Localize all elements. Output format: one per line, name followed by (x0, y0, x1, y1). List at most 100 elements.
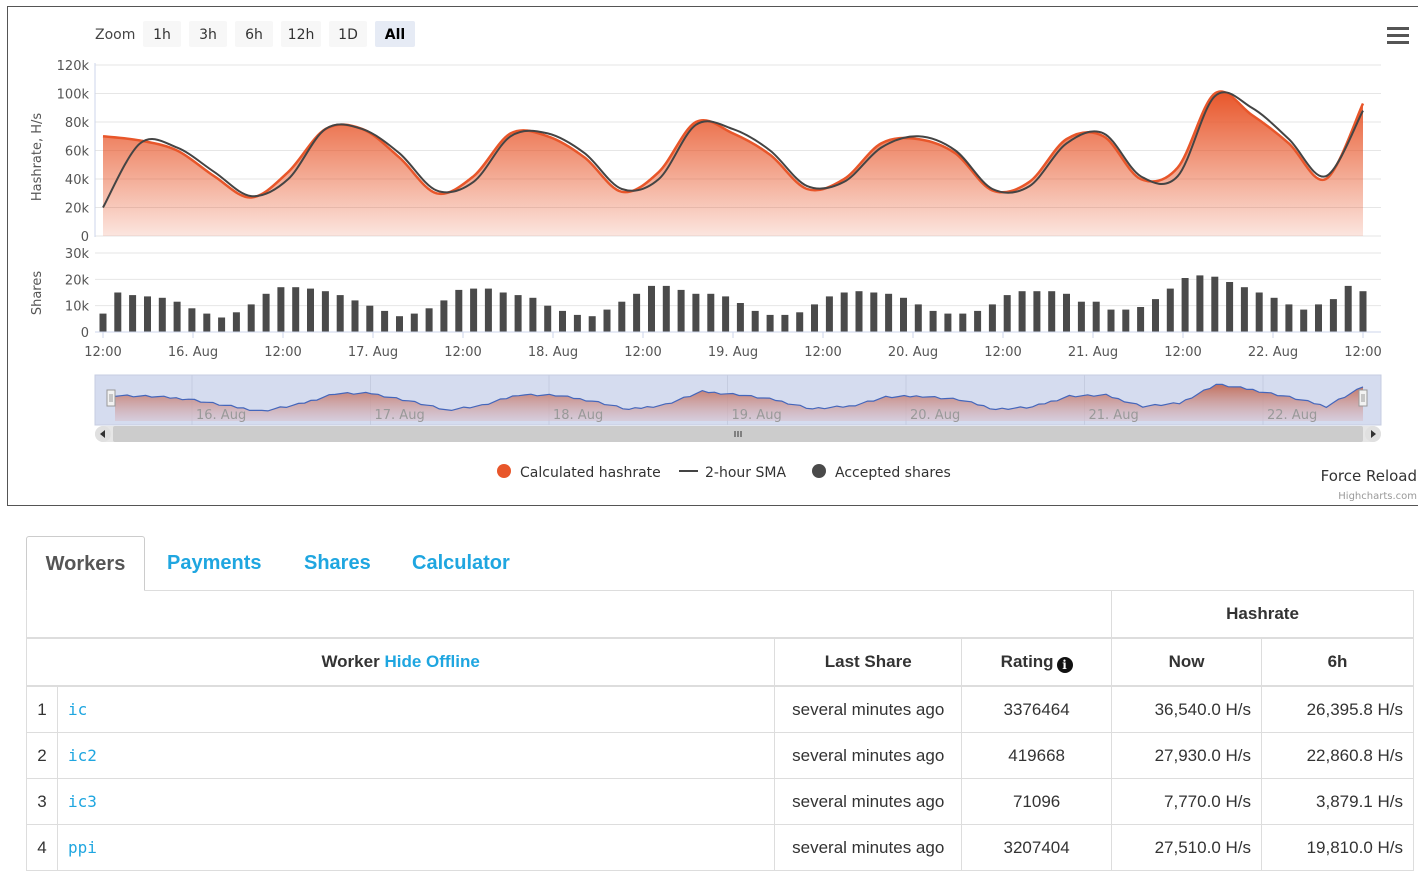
share-bar (677, 289, 685, 332)
share-bar (662, 285, 670, 332)
share-bar (129, 295, 137, 332)
navigator-tick-label: 18. Aug (553, 408, 603, 423)
share-bar (796, 312, 804, 333)
hide-offline-link[interactable]: Hide Offline (384, 652, 479, 671)
share-bar (1003, 295, 1011, 332)
share-bar (811, 304, 818, 332)
tab-workers[interactable]: Workers (26, 536, 145, 591)
zoom-button-3h[interactable]: 3h (189, 21, 227, 47)
share-bar (173, 301, 181, 332)
share-bar (1033, 291, 1041, 332)
zoom-button-label: All (385, 27, 405, 43)
share-bar (188, 308, 196, 332)
y-tick-label: 60k (65, 145, 90, 160)
x-axis-ticks: 12:00 16. Aug 12:00 17. Aug 12:00 18. Aug 12:0… (84, 332, 1382, 360)
zoom-button-all[interactable]: All (375, 21, 415, 47)
hashrate-chart-panel: Zoom 1h 3h 6h 12h 1D All 120k 100k 80k 60k 40k 20k… (7, 6, 1418, 506)
rating-cell: 419668 (961, 732, 1113, 779)
x-tick-label: 16. Aug (168, 345, 218, 360)
navigator-left-handle[interactable] (106, 389, 116, 407)
tab-payments[interactable]: Payments (167, 536, 262, 591)
share-bar (410, 313, 418, 332)
share-bar (1255, 292, 1263, 332)
scroll-left-arrow-icon[interactable] (95, 426, 111, 442)
legend-shares-marker (812, 464, 826, 478)
hashrate-group-header: Hashrate (1111, 590, 1414, 639)
share-bar (588, 316, 596, 332)
share-bar (514, 295, 522, 332)
share-bar (114, 292, 122, 332)
legend-item-sma[interactable]: 2-hour SMA (679, 465, 786, 481)
x-tick-label: 12:00 (984, 345, 1021, 360)
hashrate-6h-cell: 26,395.8 H/s (1261, 685, 1414, 733)
share-bar (1329, 299, 1337, 332)
legend-item-shares[interactable]: Accepted shares (812, 464, 951, 481)
share-bar (1344, 285, 1352, 332)
x-tick-label: 12:00 (624, 345, 661, 360)
row-number: 2 (26, 732, 58, 779)
shares-axis-title: Shares (30, 271, 45, 316)
navigator-right-handle[interactable] (1358, 389, 1368, 407)
y-tick-label: 0 (81, 230, 89, 245)
scrollbar[interactable] (95, 426, 1381, 442)
tab-calculator[interactable]: Calculator (412, 536, 510, 591)
share-bar (959, 313, 967, 332)
zoom-button-12h[interactable]: 12h (281, 21, 321, 47)
table-row: 2 ic2 several minutes ago 419668 27,930.… (26, 732, 1414, 779)
x-tick-label: 12:00 (804, 345, 841, 360)
share-bar (766, 314, 774, 332)
share-bar (232, 312, 240, 333)
share-bar (1300, 309, 1308, 332)
worker-name-link[interactable]: ic (56, 685, 776, 733)
zoom-buttons: 1h 3h 6h 12h 1D All (143, 21, 415, 47)
worker-name-link[interactable]: ic3 (56, 778, 776, 825)
navigator[interactable]: 16. Aug 17. Aug 18. Aug 19. Aug 20. Aug 21. A… (94, 374, 1382, 426)
scroll-right-arrow-icon[interactable] (1365, 426, 1381, 442)
x-tick-label: 22. Aug (1248, 345, 1298, 360)
share-bar (218, 317, 226, 332)
share-bar (1226, 282, 1234, 332)
row-number: 1 (26, 685, 58, 733)
share-bar (321, 291, 329, 332)
share-bar (455, 289, 463, 332)
navigator-tick-label: 16. Aug (196, 408, 246, 423)
navigator-tick-label: 20. Aug (910, 408, 960, 423)
workers-table: Hashrate Worker Hide Offline Last Share … (25, 590, 1414, 871)
x-tick-label: 19. Aug (708, 345, 758, 360)
tab-shares[interactable]: Shares (304, 536, 371, 591)
force-reload-link[interactable]: Force Reload (1321, 467, 1417, 485)
x-tick-label: 21. Aug (1068, 345, 1118, 360)
share-bar (336, 295, 344, 332)
share-bar (870, 292, 878, 332)
zoom-button-1d[interactable]: 1D (329, 21, 367, 47)
worker-name-link[interactable]: ppi (56, 824, 776, 871)
share-bar (396, 316, 403, 332)
share-bar (529, 297, 537, 332)
share-bar (99, 313, 107, 332)
zoom-label: Zoom (95, 27, 135, 43)
y-tick-label: 30k (65, 247, 90, 262)
legend-item-hashrate[interactable]: Calculated hashrate (497, 464, 661, 481)
legend-hashrate-marker (497, 464, 511, 478)
share-bar (692, 293, 700, 332)
share-bar (974, 310, 982, 332)
credits-link[interactable]: Highcharts.com (1338, 491, 1417, 502)
share-bar (1270, 297, 1278, 332)
rating-cell: 3207404 (961, 824, 1113, 871)
info-icon[interactable]: i (1056, 656, 1073, 673)
zoom-button-1h[interactable]: 1h (143, 21, 181, 47)
row-number: 3 (26, 778, 58, 825)
hashrate-6h-cell: 3,879.1 H/s (1261, 778, 1414, 825)
shares-bars (99, 275, 1367, 333)
share-bar (751, 310, 759, 332)
share-bar (158, 297, 166, 332)
share-bar (307, 288, 314, 332)
zoom-button-6h[interactable]: 6h (235, 21, 273, 47)
worker-name-link[interactable]: ic2 (56, 732, 776, 779)
table-group-spacer (25, 590, 1113, 639)
share-bar (440, 300, 448, 332)
share-bar (1107, 309, 1115, 332)
last-share-cell: several minutes ago (774, 732, 963, 779)
hamburger-icon[interactable] (1387, 27, 1409, 44)
hashrate-now-cell: 27,930.0 H/s (1111, 732, 1262, 779)
